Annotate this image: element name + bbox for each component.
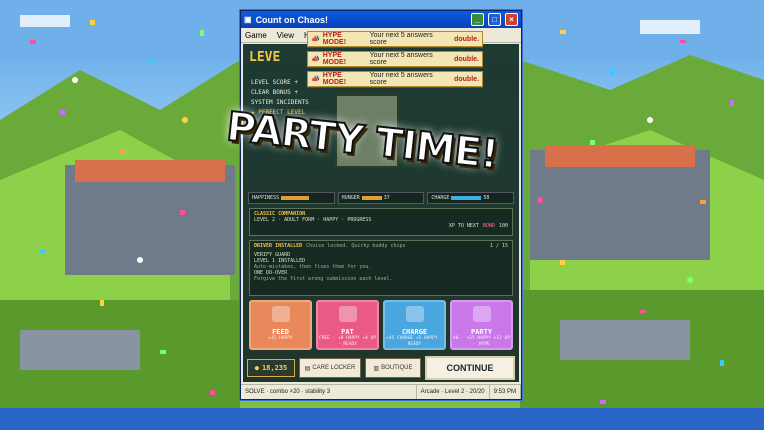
game-window: ▣ Count on Chaos! _ □ × Game View H LEVE… xyxy=(240,10,522,400)
status-bar: SOLVE · combo ×20 · stability 3 Arcade ·… xyxy=(241,384,521,399)
party-hat-icon xyxy=(472,306,491,322)
driver-progress: 1 / 15 xyxy=(489,243,508,249)
battery-icon xyxy=(405,306,424,322)
coin-counter: ● 18,235 xyxy=(247,359,295,377)
menu-game[interactable]: Game xyxy=(245,31,267,40)
party-card[interactable]: PARTY 40 · +25 HAPPY +12 XP · HYPE xyxy=(450,300,513,350)
bottom-bar: ● 18,235 ▤ CARE LOCKER ▥ BOUTIQUE CONTIN… xyxy=(247,356,515,380)
locker-icon: ▤ xyxy=(304,365,311,372)
toast-text-3: Your next 5 answers score xyxy=(369,72,433,86)
clear-bonus: CLEAR BONUS + xyxy=(251,89,298,96)
toast-emph-2: double. xyxy=(454,55,479,63)
hype-toast-3: 📣 HYPE MODE! Your next 5 answers score d… xyxy=(307,71,483,87)
food-icon xyxy=(271,306,290,322)
feed-card[interactable]: FEED +15 HAPPY xyxy=(249,300,312,350)
meter-hunger: HUNGER 37 xyxy=(337,192,425,204)
driver-panel: DRIVER INSTALLED Choice locked. Quirky b… xyxy=(249,240,513,296)
charge-card[interactable]: CHARGE +45 CHARGE +5 HAPPY · READY xyxy=(383,300,446,350)
companion-panel: CLASSIC COMPANION LEVEL 2 · ADULT FORM ·… xyxy=(249,208,513,236)
hype-toast-2: 📣 HYPE MODE! Your next 5 answers score d… xyxy=(307,51,483,67)
hunger-value: 37 xyxy=(383,195,390,201)
toast-emph-3: double. xyxy=(454,75,479,83)
meter-happiness: HAPPINESS xyxy=(248,192,335,204)
happiness-fill xyxy=(281,196,310,200)
minimize-button[interactable]: _ xyxy=(471,13,484,26)
driver-header: DRIVER INSTALLED xyxy=(254,243,303,249)
party-sub: 40 · +25 HAPPY +12 XP · HYPE xyxy=(453,336,510,347)
meter-bars: HAPPINESS HUNGER 37 CHARGE 58 xyxy=(248,192,515,204)
toast-title-2: HYPE MODE! xyxy=(322,52,347,66)
paw-icon xyxy=(338,306,357,322)
driver-item-3: Auto-mistakes, then fixes them for you. xyxy=(254,264,372,270)
happiness-label: HAPPINESS xyxy=(252,195,280,201)
meter-charge: CHARGE 58 xyxy=(427,192,515,204)
toast-emph-1: double. xyxy=(454,35,479,43)
level-score: LEVEL SCORE + xyxy=(251,79,298,86)
boutique-button[interactable]: ▥ BOUTIQUE xyxy=(365,358,421,378)
charge-fill xyxy=(451,196,482,200)
hype-toast-1: 📣 HYPE MODE! Your next 5 answers score d… xyxy=(307,31,483,47)
close-button[interactable]: × xyxy=(505,13,518,26)
pat-label: PAT xyxy=(341,328,354,336)
toast-title-3: HYPE MODE! xyxy=(322,72,347,86)
feed-label: FEED xyxy=(272,328,289,336)
charge-sub: +45 CHARGE +5 HAPPY · READY xyxy=(386,336,443,347)
status-left: SOLVE · combo ×20 · stability 3 xyxy=(241,385,417,399)
toast-text-1: Your next 5 answers score xyxy=(369,32,433,46)
care-locker-button[interactable]: ▤ CARE LOCKER xyxy=(299,358,361,378)
window-titlebar[interactable]: ▣ Count on Chaos! _ □ × xyxy=(241,11,521,28)
megaphone-icon: 📣 xyxy=(311,56,320,63)
game-area: LEVE LEVEL SCORE + CLEAR BONUS + SYSTEM … xyxy=(243,44,519,382)
driver-note: Choice locked. Quirky buddy chips xyxy=(306,243,406,249)
hunger-fill xyxy=(361,196,382,200)
xp-label: XP TO NEXT xyxy=(448,223,479,229)
action-cards: FEED +15 HAPPY PAT FREE · +8 HAPPY +4 XP… xyxy=(249,300,513,350)
shop-icon: ▥ xyxy=(373,365,380,372)
status-mid: Arcade · Level 2 · 20/20 xyxy=(417,385,490,399)
megaphone-icon: 📣 xyxy=(311,76,320,83)
care-locker-label: CARE LOCKER xyxy=(312,365,356,371)
level-header: LEVE xyxy=(249,50,281,65)
coin-value: 18,235 xyxy=(261,364,288,372)
menu-view[interactable]: View xyxy=(277,31,294,40)
app-icon: ▣ xyxy=(244,15,252,24)
pat-card[interactable]: PAT FREE · +8 HAPPY +4 XP · READY xyxy=(316,300,379,350)
toast-text-2: Your next 5 answers score xyxy=(369,52,433,66)
coin-icon: ● xyxy=(254,364,259,372)
bond-label: BOND xyxy=(482,223,495,229)
bond-value: 100 xyxy=(498,223,508,229)
charge-value: 58 xyxy=(483,195,490,201)
charge-label-card: CHARGE xyxy=(401,328,428,336)
window-title: Count on Chaos! xyxy=(255,14,329,25)
pat-sub: FREE · +8 HAPPY +4 XP · READY xyxy=(319,336,376,347)
feed-sub: +15 HAPPY xyxy=(268,336,293,341)
charge-label: CHARGE xyxy=(431,195,450,201)
toast-title-1: HYPE MODE! xyxy=(322,32,347,46)
megaphone-icon: 📣 xyxy=(311,36,320,43)
status-time: 9:53 PM xyxy=(490,385,521,399)
maximize-button[interactable]: □ xyxy=(488,13,501,26)
driver-item-5: Forgive the first wrong submission each … xyxy=(254,276,393,282)
party-label: PARTY xyxy=(470,328,493,336)
boutique-label: BOUTIQUE xyxy=(381,365,413,371)
continue-button[interactable]: CONTINUE xyxy=(425,356,515,380)
hunger-label: HUNGER xyxy=(341,195,360,201)
